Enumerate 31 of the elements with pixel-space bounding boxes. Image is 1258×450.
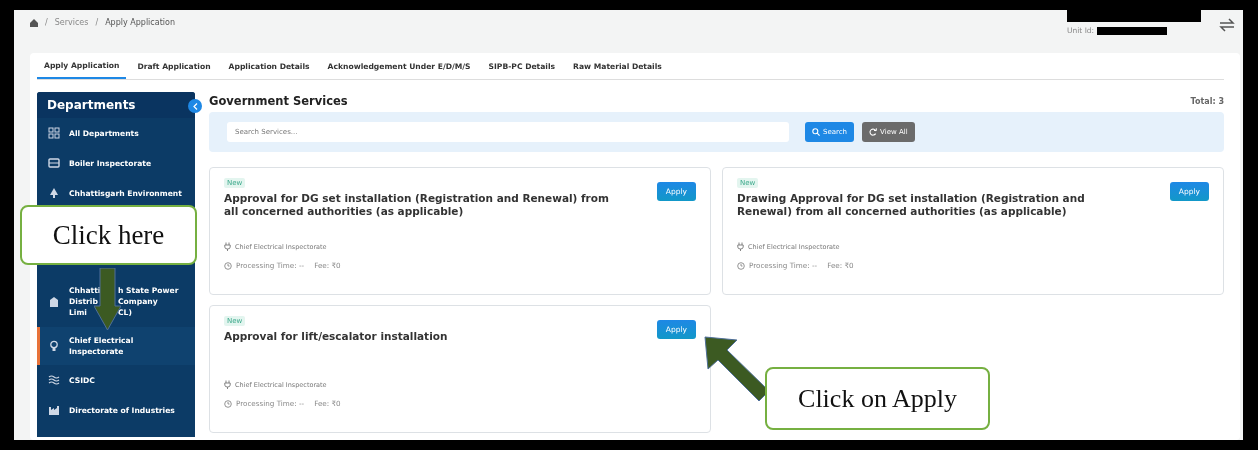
- grid-icon: [48, 127, 60, 139]
- plug-icon: [224, 380, 231, 389]
- clock-icon: [224, 399, 232, 408]
- collapse-button[interactable]: [188, 99, 202, 113]
- sidebar-title: Departments: [47, 98, 136, 112]
- redaction-bar: [1097, 26, 1168, 35]
- clock-icon: [737, 261, 745, 270]
- plug-icon: [224, 242, 231, 251]
- search-icon: [812, 128, 820, 136]
- building-icon: [48, 295, 60, 308]
- swap-icon[interactable]: [1219, 18, 1235, 32]
- service-title: Drawing Approval for DG set installation (Registration and Renewal) from all concerned authorities (as applicable): [737, 192, 1086, 220]
- factory-icon: [48, 404, 60, 416]
- total-count: Total: 3: [1190, 96, 1224, 106]
- home-icon: [30, 18, 38, 27]
- wave-icon: [48, 374, 60, 386]
- breadcrumb-separator: /: [95, 18, 99, 27]
- service-title: Approval for DG set installation (Registration and Renewal) from all concerned authorities (as applicable): [224, 192, 610, 220]
- section-title: Government Services: [209, 94, 348, 108]
- plug-icon: [737, 242, 744, 251]
- boiler-icon: [48, 157, 60, 169]
- callout: Click on Apply: [765, 367, 990, 430]
- clock-icon: [224, 261, 232, 270]
- breadcrumb-separator: /: [45, 18, 48, 27]
- refresh-icon: [869, 128, 878, 136]
- callout: Click here: [20, 205, 197, 265]
- bulb-icon: [48, 340, 60, 352]
- breadcrumb-current: Apply Application: [105, 18, 175, 27]
- chevron-left-icon: [192, 102, 198, 110]
- service-title: Approval for lift/escalator installation: [224, 330, 449, 344]
- tree-icon: [48, 187, 60, 199]
